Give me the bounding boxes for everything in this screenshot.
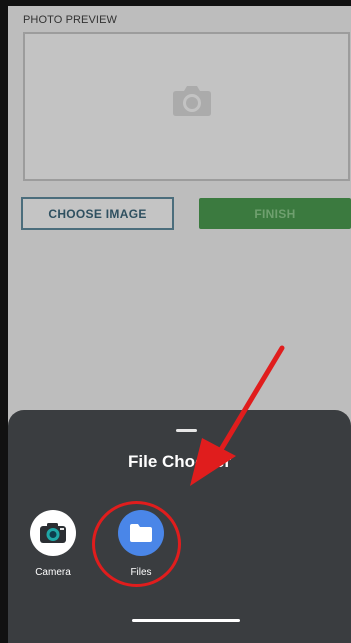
camera-placeholder-icon bbox=[173, 86, 211, 116]
camera-option[interactable]: Camera bbox=[18, 510, 88, 578]
highlight-circle bbox=[92, 501, 181, 587]
camera-app-icon[interactable] bbox=[30, 510, 76, 556]
device-frame: PHOTO PREVIEW CHOOSE IMAGE FINISH File C… bbox=[0, 0, 351, 643]
gesture-nav-bar[interactable] bbox=[132, 619, 240, 622]
choose-image-button[interactable]: CHOOSE IMAGE bbox=[21, 197, 174, 230]
camera-label: Camera bbox=[35, 567, 71, 578]
pointer-arrow-icon bbox=[190, 345, 285, 486]
photo-preview-box bbox=[23, 32, 350, 181]
finish-button[interactable]: FINISH bbox=[199, 198, 351, 229]
photo-preview-label: PHOTO PREVIEW bbox=[23, 14, 117, 26]
camera-icon bbox=[40, 523, 66, 543]
